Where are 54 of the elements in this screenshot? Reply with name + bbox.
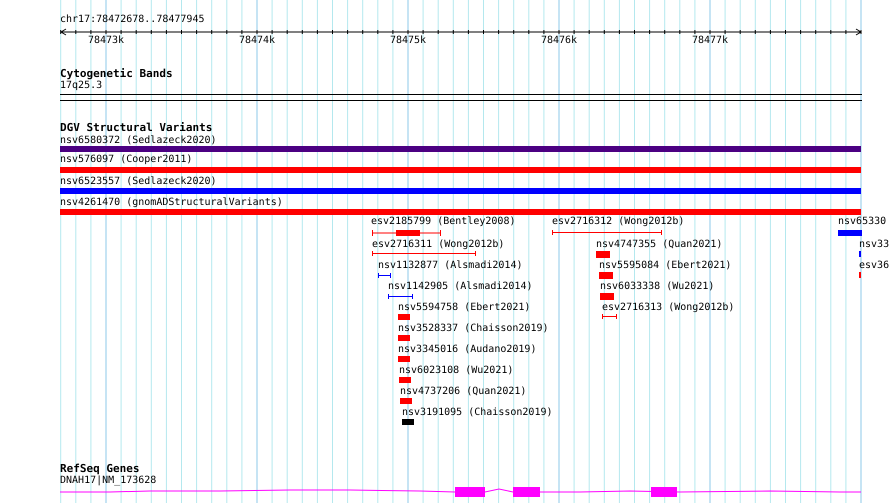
variant-bar[interactable] (402, 419, 414, 425)
feature-label[interactable]: nsv6523557 (Sedlazeck2020) (60, 176, 217, 188)
variant-bar[interactable] (60, 167, 861, 173)
feature-label[interactable]: nsv33 (859, 239, 890, 251)
variant-bar[interactable] (60, 188, 861, 194)
variant-bar[interactable] (60, 146, 861, 152)
variant-range[interactable] (378, 273, 391, 278)
feature-label[interactable]: esv2716311 (Wong2012b) (372, 239, 504, 251)
feature-label[interactable]: nsv3191095 (Chaisson2019) (402, 407, 553, 419)
variant-range[interactable] (602, 314, 617, 319)
feature-label[interactable]: nsv65330 (838, 216, 886, 228)
feature-label[interactable]: nsv6580372 (Sedlazeck2020) (60, 135, 217, 147)
variant-range[interactable] (372, 251, 476, 256)
variant-bar[interactable] (398, 314, 410, 320)
location-label: chr17:78472678..78477945 (60, 14, 204, 26)
ruler-tick-label: 78474k (238, 35, 276, 47)
feature-label[interactable]: nsv6033338 (Wu2021) (600, 281, 714, 293)
track-title: RefSeq Genes (60, 462, 140, 475)
track-title: Cytogenetic Bands (60, 67, 173, 80)
feature-label[interactable]: 17q25.3 (60, 80, 102, 92)
variant-bar[interactable] (399, 377, 411, 383)
feature-label[interactable]: nsv1132877 (Alsmadi2014) (378, 260, 522, 272)
variant-range[interactable] (388, 294, 413, 299)
ruler-tick-label: 78476k (540, 35, 578, 47)
ruler-tick-label: 78475k (390, 35, 426, 47)
variant-bar[interactable] (596, 251, 610, 258)
track-title: DGV Structural Variants (60, 121, 212, 135)
feature-label[interactable]: nsv3528337 (Chaisson2019) (398, 323, 549, 335)
gene-model[interactable] (60, 486, 862, 497)
variant-bar[interactable] (60, 209, 861, 215)
feature-label[interactable]: nsv4737206 (Quan2021) (400, 386, 526, 398)
variant-bar[interactable] (400, 398, 412, 404)
variant-bar[interactable] (398, 356, 410, 362)
feature-label[interactable]: nsv6023108 (Wu2021) (399, 365, 514, 377)
variant-bar[interactable] (838, 230, 862, 236)
variant-bar[interactable] (600, 293, 614, 300)
feature-label[interactable]: nsv4747355 (Quan2021) (596, 239, 722, 251)
feature-label[interactable]: esv36 (859, 260, 890, 272)
variant-bar[interactable] (599, 272, 613, 279)
feature-label[interactable]: nsv1142905 (Alsmadi2014) (388, 281, 532, 293)
ruler-tick-label: 78477k (692, 35, 728, 47)
feature-label[interactable]: esv2185799 (Bentley2008) (371, 216, 516, 228)
feature-label[interactable]: esv2716313 (Wong2012b) (602, 302, 734, 314)
feature-label[interactable]: nsv4261470 (gnomADStructuralVariants) (60, 197, 283, 209)
feature-label[interactable]: nsv3345016 (Audano2019) (398, 344, 536, 356)
feature-label[interactable]: nsv576097 (Cooper2011) (60, 154, 192, 166)
variant-range[interactable] (372, 230, 441, 236)
feature-label[interactable]: esv2716312 (Wong2012b) (552, 216, 684, 228)
variant-range[interactable] (552, 230, 662, 235)
ruler-tick-label: 78473k (88, 35, 124, 47)
feature-label[interactable]: DNAH17|NM_173628 (60, 475, 156, 487)
variant-bar[interactable] (398, 335, 410, 341)
feature-label[interactable]: nsv5595084 (Ebert2021) (599, 260, 732, 272)
feature-label[interactable]: nsv5594758 (Ebert2021) (398, 302, 530, 314)
